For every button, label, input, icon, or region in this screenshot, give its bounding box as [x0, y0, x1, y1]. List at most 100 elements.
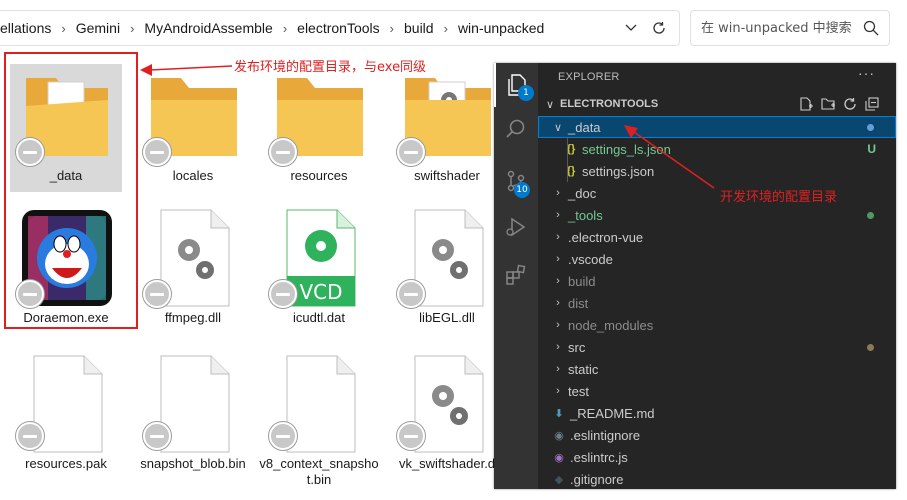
json-icon: {}: [566, 165, 576, 177]
sync-status-icon: [397, 138, 425, 166]
tree-item-label: .eslintrc.js: [570, 449, 628, 465]
tree-item-label: node_modules: [568, 317, 654, 333]
sync-status-icon: [269, 138, 297, 166]
search-icon: [863, 20, 879, 36]
vcd-label: VCD: [299, 280, 342, 304]
breadcrumb-item[interactable]: build: [402, 20, 436, 36]
tree-item-vscode-folder[interactable]: › .vscode: [538, 248, 896, 270]
breadcrumb-item[interactable]: win-unpacked: [456, 20, 546, 36]
tree-item-node-modules-folder[interactable]: › node_modules: [538, 314, 896, 336]
tree-item-eslintignore[interactable]: ◉ .eslintignore: [538, 424, 896, 446]
tree-item-label: _README.md: [570, 405, 655, 421]
file-item-libegl-dll[interactable]: libEGL.dll: [391, 206, 503, 334]
eslint-icon: ◉: [554, 451, 564, 464]
tree-item-readme-md[interactable]: ⬇ _README.md: [538, 402, 896, 424]
chevron-right-icon: ›: [556, 253, 560, 265]
file-name: resources.pak: [25, 456, 107, 471]
extensions-activity-button[interactable]: [494, 253, 538, 297]
explorer-badge: 1: [518, 85, 534, 101]
search-box[interactable]: [690, 10, 890, 46]
tree-item-tools-folder[interactable]: › _tools: [538, 204, 896, 226]
indent-guide: [567, 160, 568, 182]
tree-item-label: _tools: [568, 207, 603, 223]
file-name: icudtl.dat: [292, 310, 346, 325]
tree-item-label: _data: [568, 119, 601, 135]
breadcrumb-item[interactable]: electronTools: [295, 20, 382, 36]
chevron-right-icon: ›: [389, 20, 394, 36]
tree-item-electron-vue-folder[interactable]: › .electron-vue: [538, 226, 896, 248]
breadcrumb: ellations › Gemini › MyAndroidAssemble ›…: [0, 11, 546, 45]
chevron-right-icon: ›: [556, 187, 560, 199]
file-item-icudtl-dat[interactable]: VCD icudtl.dat: [263, 206, 375, 334]
new-folder-button[interactable]: [820, 96, 836, 112]
chevron-right-icon: ›: [556, 297, 560, 309]
tree-item-label: .electron-vue: [568, 229, 644, 245]
tree-item-src-folder[interactable]: › src: [538, 336, 896, 358]
git-icon: ◆: [554, 473, 564, 486]
search-activity-button[interactable]: [494, 107, 538, 151]
tree-item-label: .gitignore: [570, 471, 624, 487]
file-name: locales: [172, 168, 214, 183]
search-icon: [506, 119, 525, 138]
search-input[interactable]: [701, 19, 851, 37]
file-item-ffmpeg-dll[interactable]: ffmpeg.dll: [137, 206, 249, 334]
file-item-resources-pak[interactable]: resources.pak: [10, 352, 122, 480]
run-debug-activity-button[interactable]: [494, 205, 538, 249]
explorer-title: EXPLORER: [558, 71, 620, 83]
file-item-v8-context-snapshot-bin[interactable]: v8_context_snapshot.bin: [259, 352, 379, 487]
collapse-all-icon: [865, 97, 879, 111]
tree-item-label: .vscode: [568, 251, 613, 267]
workspace-title: ELECTRONTOOLS: [560, 98, 659, 110]
activity-bar: 1 10: [494, 63, 538, 489]
new-folder-icon: [820, 98, 835, 110]
refresh-icon: [844, 98, 856, 110]
sync-status-icon: [143, 280, 171, 308]
chevron-right-icon: ›: [130, 20, 135, 36]
address-bar[interactable]: ellations › Gemini › MyAndroidAssemble ›…: [0, 10, 680, 46]
file-item-locales-folder[interactable]: locales: [137, 64, 249, 192]
refresh-explorer-button[interactable]: [842, 96, 858, 112]
chevron-right-icon: ›: [556, 341, 560, 353]
eslint-ignore-icon: ◉: [554, 429, 564, 442]
tree-item-gitignore[interactable]: ◆ .gitignore: [538, 468, 896, 489]
chevron-right-icon: ›: [556, 275, 560, 287]
tree-item-label: test: [568, 383, 589, 399]
explorer-activity-button[interactable]: 1: [494, 63, 538, 107]
chevron-right-icon: ›: [556, 363, 560, 375]
tree-item-static-folder[interactable]: › static: [538, 358, 896, 380]
file-item-resources-folder[interactable]: resources: [263, 64, 375, 192]
breadcrumb-item[interactable]: MyAndroidAssemble: [142, 20, 274, 36]
more-actions-button[interactable]: ···: [858, 65, 875, 81]
file-item-snapshot-blob-bin[interactable]: snapshot_blob.bin: [137, 352, 249, 480]
sync-status-icon: [269, 422, 297, 450]
tree-item-build-folder[interactable]: › build: [538, 270, 896, 292]
tree-item-label: .eslintignore: [570, 427, 641, 443]
tree-item-label: static: [568, 361, 599, 377]
chevron-right-icon: ›: [556, 231, 560, 243]
breadcrumb-item[interactable]: ellations: [0, 20, 53, 36]
workspace-section-header[interactable]: ∨ ELECTRONTOOLS: [538, 93, 896, 115]
new-file-button[interactable]: [798, 96, 814, 112]
annotation-arrow: [624, 125, 715, 189]
chevron-right-icon: ›: [282, 20, 288, 36]
source-control-activity-button[interactable]: 10: [494, 159, 538, 203]
modified-dot-icon: [867, 211, 874, 219]
sync-status-icon: [397, 422, 425, 450]
address-dropdown-button[interactable]: [620, 18, 642, 38]
tree-item-eslintrc-js[interactable]: ◉ .eslintrc.js: [538, 446, 896, 468]
sync-status-icon: [143, 422, 171, 450]
tree-item-dist-folder[interactable]: › dist: [538, 292, 896, 314]
refresh-button[interactable]: [648, 18, 670, 38]
json-icon: {}: [566, 143, 576, 155]
chevron-right-icon: ›: [556, 209, 560, 221]
chevron-right-icon: ›: [556, 319, 560, 331]
breadcrumb-item[interactable]: Gemini: [74, 20, 122, 36]
tree-item-label: src: [568, 339, 586, 355]
tree-item-label: dist: [568, 295, 589, 311]
run-debug-icon: [506, 217, 526, 237]
file-item-swiftshader-folder[interactable]: swiftshader: [391, 64, 503, 192]
collapse-all-button[interactable]: [864, 96, 880, 112]
file-item-vk-swiftshader-dll[interactable]: vk_swiftshader.d: [391, 352, 503, 480]
modified-dot-icon: [867, 123, 874, 131]
tree-item-test-folder[interactable]: › test: [538, 380, 896, 402]
